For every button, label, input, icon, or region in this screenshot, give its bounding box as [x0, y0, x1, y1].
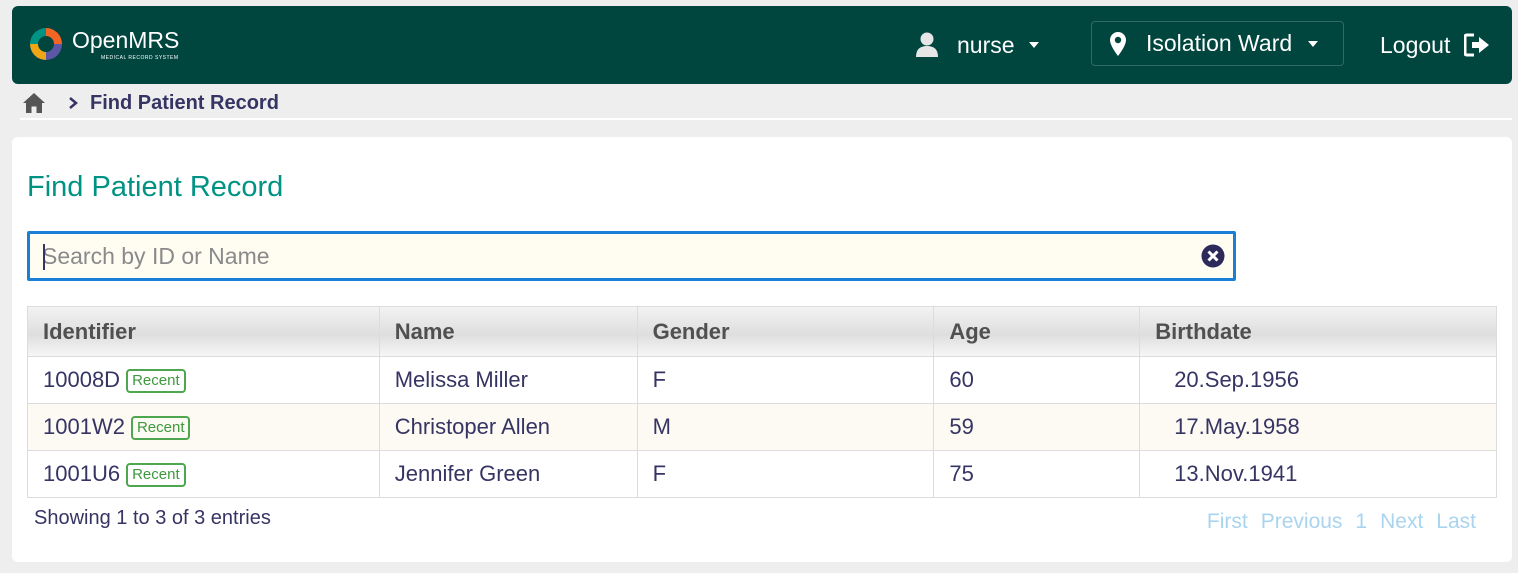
text-cursor [43, 244, 45, 270]
user-icon [916, 32, 938, 57]
cell-age: 75 [933, 450, 1141, 498]
logout-label: Logout [1380, 31, 1451, 58]
search-input[interactable] [42, 234, 1192, 278]
home-icon[interactable] [22, 92, 46, 114]
location-pin-icon [1110, 31, 1126, 56]
logout-icon [1464, 33, 1490, 57]
pagination: First Previous 1 Next Last [1207, 510, 1476, 534]
logo-subtext: MEDICAL RECORD SYSTEM [101, 55, 179, 61]
clear-search-icon[interactable] [1201, 244, 1225, 268]
pagination-next[interactable]: Next [1380, 510, 1423, 534]
cell-birthdate: 17.May.1958 [1139, 403, 1497, 451]
pagination-previous[interactable]: Previous [1261, 510, 1343, 534]
cell-name: Melissa Miller [378, 356, 638, 404]
table-row[interactable]: 1001W2 Recent Christoper Allen M 59 17.Ma… [27, 403, 1497, 451]
cell-identifier: 10008D Recent [27, 356, 380, 404]
location-menu[interactable]: Isolation Ward [1091, 21, 1344, 66]
user-menu[interactable]: nurse [915, 30, 1039, 60]
location-name: Isolation Ward [1146, 30, 1293, 56]
top-header: OpenMRS MEDICAL RECORD SYSTEM nurse Isol… [12, 6, 1512, 84]
pagination-last[interactable]: Last [1436, 510, 1476, 534]
logo-text: OpenMRS [72, 27, 180, 53]
breadcrumb: Find Patient Record [20, 88, 1512, 120]
recent-badge: Recent [130, 416, 191, 441]
cell-identifier: 1001W2 Recent [27, 403, 380, 451]
cell-name: Christoper Allen [378, 403, 638, 451]
breadcrumb-current: Find Patient Record [90, 91, 279, 114]
chevron-right-icon [69, 97, 78, 109]
patient-table: Identifier Name Gender Age Birthdate 100… [27, 306, 1497, 498]
table-row[interactable]: 1001U6 Recent Jennifer Green F 75 13.Nov.… [27, 450, 1497, 498]
column-header-gender[interactable]: Gender [636, 306, 935, 357]
identifier-text: 1001U6 [43, 460, 121, 486]
cell-age: 59 [933, 403, 1141, 451]
page-title: Find Patient Record [27, 171, 284, 203]
table-info: Showing 1 to 3 of 3 entries [34, 507, 271, 529]
column-header-birthdate[interactable]: Birthdate [1139, 306, 1497, 357]
openmrs-logo[interactable]: OpenMRS MEDICAL RECORD SYSTEM [26, 23, 206, 67]
column-header-age[interactable]: Age [933, 306, 1141, 357]
column-header-identifier[interactable]: Identifier [27, 306, 380, 357]
identifier-text: 10008D [43, 366, 121, 392]
pagination-first[interactable]: First [1207, 510, 1248, 534]
recent-badge: Recent [126, 463, 186, 488]
main-panel: Find Patient Record Identifier Name Gend… [12, 137, 1512, 562]
openmrs-logo-icon [30, 28, 62, 60]
logout-link[interactable]: Logout [1380, 30, 1490, 60]
cell-age: 60 [933, 356, 1141, 404]
cell-name: Jennifer Green [378, 450, 638, 498]
user-name: nurse [957, 31, 1015, 58]
table-header-row: Identifier Name Gender Age Birthdate [27, 306, 1497, 357]
table-row[interactable]: 10008D Recent Melissa Miller F 60 20.Sep.… [27, 356, 1497, 404]
identifier-text: 1001W2 [43, 413, 125, 439]
chevron-down-icon [1028, 42, 1039, 48]
pagination-page-1[interactable]: 1 [1355, 510, 1367, 534]
cell-identifier: 1001U6 Recent [27, 450, 380, 498]
cell-gender: M [636, 403, 935, 451]
cell-gender: F [636, 356, 935, 404]
chevron-down-icon [1308, 40, 1319, 47]
search-box [27, 231, 1236, 281]
column-header-name[interactable]: Name [378, 306, 638, 357]
cell-gender: F [636, 450, 935, 498]
cell-birthdate: 13.Nov.1941 [1139, 450, 1497, 498]
recent-badge: Recent [126, 369, 186, 394]
cell-birthdate: 20.Sep.1956 [1139, 356, 1497, 404]
